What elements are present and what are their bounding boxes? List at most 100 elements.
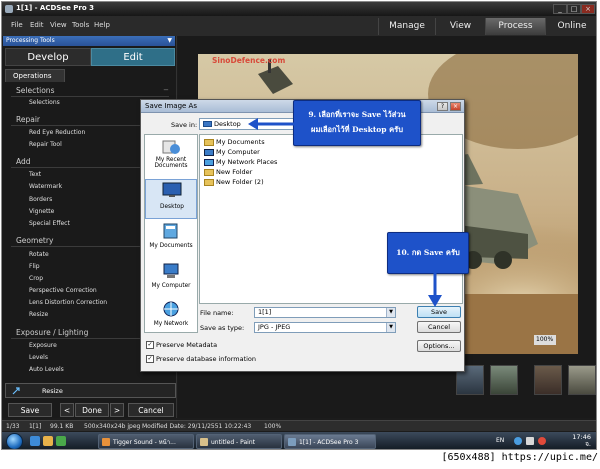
volume-icon[interactable] [526, 437, 534, 445]
menu-file[interactable]: File [11, 21, 23, 29]
minimize-button[interactable]: _ [553, 4, 567, 14]
my-network-icon [163, 301, 179, 317]
task-tigger-sound[interactable]: Tigger Sound - หน้า... [98, 434, 194, 449]
filmstrip-thumbnail[interactable] [490, 365, 518, 395]
quick-launch-media-icon[interactable] [56, 436, 66, 446]
place-my-network[interactable]: My Network [145, 299, 197, 339]
preserve-database-info-checkbox[interactable]: ✓ [146, 355, 154, 363]
group-title: Repair [16, 115, 41, 124]
tab-process[interactable]: Process [485, 18, 545, 35]
status-zoom: 100% [264, 423, 282, 430]
op-watermark[interactable]: Watermark [29, 183, 62, 190]
place-label: My Documents [149, 243, 193, 249]
tab-online[interactable]: Online [545, 18, 596, 35]
op-rotate[interactable]: Rotate [29, 251, 49, 258]
maximize-button[interactable]: □ [567, 4, 581, 14]
op-borders[interactable]: Borders [29, 196, 52, 203]
save-in-value: Desktop [214, 120, 241, 128]
tab-operations[interactable]: Operations [5, 69, 65, 82]
tab-develop[interactable]: Develop [5, 48, 91, 66]
tab-view[interactable]: View [435, 18, 485, 35]
file-label: New Folder [216, 168, 253, 176]
op-special-effect[interactable]: Special Effect [29, 220, 70, 227]
menu-edit[interactable]: Edit [30, 21, 44, 29]
previous-button[interactable]: < [60, 403, 74, 417]
quick-launch-folder-icon[interactable] [43, 436, 53, 446]
op-flip[interactable]: Flip [29, 263, 40, 270]
op-selections[interactable]: Selections [29, 99, 60, 106]
op-levels[interactable]: Levels [29, 354, 48, 361]
save-in-label: Save in: [171, 121, 198, 129]
network-icon[interactable] [514, 437, 522, 445]
menu-tools[interactable]: Tools [72, 21, 89, 29]
op-vignette[interactable]: Vignette [29, 208, 54, 215]
folder-my-network-places[interactable]: My Network Places [204, 158, 277, 167]
dialog-cancel-button[interactable]: Cancel [417, 321, 461, 333]
op-crop[interactable]: Crop [29, 275, 43, 282]
tab-edit[interactable]: Edit [91, 48, 175, 66]
dialog-close-button[interactable]: × [450, 102, 461, 111]
place-desktop[interactable]: Desktop [145, 179, 197, 219]
op-text[interactable]: Text [29, 171, 41, 178]
folder-new-folder[interactable]: New Folder [204, 168, 252, 177]
status-index: 1/33 [6, 423, 20, 430]
place-label: Desktop [160, 204, 184, 210]
chevron-down-icon[interactable]: ▼ [167, 36, 172, 46]
save-button[interactable]: Save [8, 403, 52, 417]
op-repair-tool[interactable]: Repair Tool [29, 141, 62, 148]
annotation-step-9: 9. เลือกที่เราจะ Save ไว้ส่วน ผมเลือกไว้… [293, 100, 421, 146]
place-my-computer[interactable]: My Computer [145, 261, 197, 301]
clock[interactable]: 17:46 จ. [572, 434, 591, 448]
file-name-input[interactable]: 1[1] ▼ [254, 307, 396, 318]
op-red-eye-reduction[interactable]: Red Eye Reduction [29, 129, 85, 136]
folder-my-computer[interactable]: My Computer [204, 148, 260, 157]
op-auto-levels[interactable]: Auto Levels [29, 366, 64, 373]
system-tray: EN 17:46 จ. [486, 432, 596, 449]
op-exposure[interactable]: Exposure [29, 342, 57, 349]
app-icon [5, 5, 13, 13]
preserve-metadata-checkbox[interactable]: ✓ [146, 341, 154, 349]
collapse-icon[interactable]: − [163, 86, 169, 94]
zoom-level-field[interactable]: 100% [534, 335, 556, 345]
place-label: My Network [153, 321, 189, 327]
next-button[interactable]: > [110, 403, 124, 417]
start-button[interactable] [6, 433, 23, 449]
quick-launch-ie-icon[interactable] [30, 436, 40, 446]
chevron-down-icon[interactable]: ▼ [386, 323, 395, 332]
op-perspective-correction[interactable]: Perspective Correction [29, 287, 97, 294]
group-selections[interactable]: Selections − [11, 86, 169, 97]
op-resize[interactable]: Resize [29, 311, 48, 318]
menu-help[interactable]: Help [94, 21, 110, 29]
place-recent-documents[interactable]: My Recent Documents [145, 137, 197, 177]
help-button[interactable]: ? [437, 102, 448, 111]
place-my-documents[interactable]: My Documents [145, 221, 197, 261]
panel-header[interactable]: Processing Tools ▼ [3, 36, 175, 46]
menu-view[interactable]: View [50, 21, 67, 29]
dialog-save-button[interactable]: Save [417, 306, 461, 318]
file-list[interactable]: My Documents My Computer My Network Plac… [199, 134, 463, 304]
status-modified-date: Modified Date: 29/11/2551 10:22:43 [142, 423, 252, 430]
resize-active-tool[interactable]: Resize [5, 383, 176, 398]
antivirus-icon[interactable] [538, 437, 546, 445]
language-indicator[interactable]: EN [496, 437, 504, 444]
task-acdsee[interactable]: 1[1] - ACDSee Pro 3 [284, 434, 376, 449]
network-icon [204, 159, 214, 166]
task-paint[interactable]: untitled - Paint [196, 434, 282, 449]
folder-my-documents[interactable]: My Documents [204, 138, 265, 147]
filmstrip-thumbnail[interactable] [568, 365, 596, 395]
save-as-type-dropdown[interactable]: JPG - JPEG ▼ [254, 322, 396, 333]
group-title: Selections [16, 86, 55, 95]
folder-icon [204, 139, 214, 146]
editor-actions: Save < Done > Cancel [2, 403, 177, 418]
chevron-down-icon[interactable]: ▼ [386, 308, 395, 317]
filmstrip-thumbnail[interactable] [534, 365, 562, 395]
folder-new-folder-2[interactable]: New Folder (2) [204, 178, 264, 187]
close-button[interactable]: × [581, 4, 595, 14]
done-button[interactable]: Done [75, 403, 109, 417]
tab-manage[interactable]: Manage [378, 18, 435, 35]
options-button[interactable]: Options... [417, 340, 461, 352]
cancel-button[interactable]: Cancel [128, 403, 174, 417]
browser-icon [102, 438, 110, 446]
status-filesize: 99.1 KB [50, 423, 74, 430]
op-lens-distortion-correction[interactable]: Lens Distortion Correction [29, 299, 107, 306]
